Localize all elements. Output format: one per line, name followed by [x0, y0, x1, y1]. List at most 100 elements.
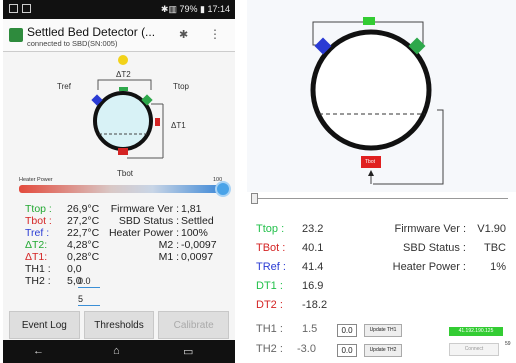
- tbot-label: Tbot: [117, 169, 134, 178]
- status-value: -0,0097: [181, 239, 217, 251]
- dt1-label: ΔT1: [171, 121, 186, 130]
- event-log-button[interactable]: Event Log: [9, 311, 80, 339]
- status-key: Heater Power :: [108, 227, 179, 239]
- readout-row: ΔT1: 0,28°C M1 :0,0097: [25, 251, 235, 263]
- home-icon[interactable]: ⌂: [113, 345, 120, 357]
- bluetooth-icon[interactable]: ✱: [179, 28, 188, 41]
- status-value: 0,0097: [181, 251, 214, 263]
- battery-level: 79%: [179, 4, 198, 14]
- update-th1-button[interactable]: Update TH1: [364, 324, 402, 337]
- right-value: 40.1: [302, 242, 324, 254]
- status-key: Firmware Ver :: [110, 203, 179, 215]
- connection-number: 59: [505, 341, 511, 347]
- right-value-key: Ttop :: [256, 223, 285, 235]
- right-status-value: TBC: [484, 242, 506, 254]
- android-app: ✱▥ 79% ▮ 17:14 Settled Bed Detector (...…: [3, 0, 235, 363]
- readout-row: ΔT2: 4,28°C M2 : -0,0097: [25, 239, 235, 251]
- ttop-label: Ttop: [173, 82, 190, 91]
- status-key: M2 :: [158, 239, 179, 251]
- readout-key: Ttop :: [25, 203, 52, 215]
- right-value: 16.9: [302, 280, 324, 292]
- right-status-key: SBD Status :: [403, 242, 466, 254]
- readout-value: 0,0: [67, 263, 82, 275]
- readout-value: 26,9°C: [67, 203, 100, 215]
- right-dt2-sensor: [363, 17, 375, 25]
- ip-address-badge: 41.192.190.125: [449, 327, 503, 336]
- right-status-key: Heater Power :: [392, 261, 466, 273]
- right-value-key: DT1 :: [256, 280, 283, 292]
- readout-key: TH1 :: [25, 263, 51, 275]
- overflow-menu-icon[interactable]: ⋮: [209, 27, 221, 41]
- readout-key: TH2 :: [25, 275, 51, 287]
- status-key: SBD Status :: [118, 215, 179, 227]
- tbot-sensor: [118, 148, 128, 155]
- right-status-value: 1%: [490, 261, 506, 273]
- sensor-diagram: ΔT2 Tref Ttop ΔT1 Tbot: [3, 54, 235, 179]
- readout-row: Tbot : 27,2°C SBD Status : Settled: [25, 215, 235, 227]
- connect-button[interactable]: Connect: [449, 343, 499, 356]
- recent-apps-icon[interactable]: ▭: [183, 345, 193, 358]
- th1-value: 1.5: [302, 323, 318, 335]
- dt1-sensor: [155, 118, 160, 126]
- button-row: Event Log Thresholds Calibrate: [3, 311, 235, 339]
- dt2-sensor: [119, 87, 128, 91]
- desktop-panel: Tbot Ttop : 23.2 TBot : 40.1 TRef : 41.4 DT1 :…: [247, 0, 516, 363]
- right-value: 23.2: [302, 223, 324, 235]
- right-diagram-svg: [310, 17, 444, 185]
- nav-bar: ← ⌂ ▭: [3, 340, 235, 363]
- right-status-key: Firmware Ver :: [394, 223, 466, 235]
- vessel-circle: [93, 91, 153, 151]
- right-vessel-circle: [310, 29, 432, 151]
- heater-power-knob[interactable]: [215, 181, 231, 197]
- action-bar: Settled Bed Detector (... connected to S…: [3, 19, 235, 52]
- right-value-key: DT2 :: [256, 299, 283, 311]
- th2-input[interactable]: 5: [78, 294, 100, 306]
- clock: 17:14: [207, 4, 230, 14]
- readout-table: Ttop : 26,9°C Firmware Ver :1,81 Tbot : 27,2…: [25, 203, 235, 287]
- th2-label: TH2 :: [256, 343, 283, 355]
- right-slider-track[interactable]: [253, 198, 508, 199]
- battery-icon: ▮: [200, 4, 205, 14]
- th2-input-box[interactable]: 0.0: [337, 344, 357, 357]
- readout-key: Tbot :: [25, 215, 52, 227]
- right-value: -18.2: [302, 299, 328, 311]
- right-status-value: V1.90: [477, 223, 506, 235]
- th1-input-box[interactable]: 0.0: [337, 324, 357, 337]
- readout-row: TH1 : 0,0: [25, 263, 235, 275]
- connection-subtitle: connected to SBD(SN:005): [27, 39, 118, 48]
- signal-icon: ✱▥: [160, 4, 177, 14]
- th1-input[interactable]: 0.0: [78, 276, 100, 288]
- right-value-key: TBot :: [256, 242, 286, 254]
- dt2-label: ΔT2: [116, 70, 131, 79]
- readout-key: ΔT2:: [25, 239, 48, 251]
- gallery-icon: [9, 4, 18, 13]
- app-icon: [9, 28, 23, 42]
- readout-value: 22,7°C: [67, 227, 100, 239]
- status-value: 1,81: [181, 203, 202, 215]
- thresholds-button[interactable]: Thresholds: [83, 311, 155, 339]
- heater-power-slider[interactable]: [19, 185, 224, 193]
- readout-row: TH2 :5,0: [25, 275, 235, 287]
- status-value: Settled: [181, 215, 214, 227]
- right-slider-knob[interactable]: [251, 193, 258, 204]
- readout-key: Tref :: [25, 227, 50, 239]
- right-tbot-label: Tbot: [365, 159, 376, 165]
- right-value: 41.4: [302, 261, 324, 273]
- right-sensor-diagram: Tbot: [247, 0, 516, 192]
- status-value: 100%: [181, 227, 208, 239]
- readout-value: 27,2°C: [67, 215, 100, 227]
- back-icon[interactable]: ←: [33, 345, 44, 357]
- readout-value: 4,28°C: [67, 239, 100, 251]
- update-th2-button[interactable]: Update TH2: [364, 344, 402, 357]
- status-bar: ✱▥ 79% ▮ 17:14: [3, 0, 235, 19]
- status-key: M1 :: [158, 251, 179, 263]
- readout-key: ΔT1:: [25, 251, 48, 263]
- calibrate-button[interactable]: Calibrate: [158, 311, 230, 339]
- heater-power-label: Heater Power: [19, 177, 53, 183]
- heater-indicator-icon: [118, 55, 128, 65]
- app-title: Settled Bed Detector (...: [27, 25, 156, 39]
- tref-label: Tref: [57, 82, 71, 91]
- notification-icon: [22, 4, 31, 13]
- right-value-key: TRef :: [256, 261, 286, 273]
- th1-label: TH1 :: [256, 323, 283, 335]
